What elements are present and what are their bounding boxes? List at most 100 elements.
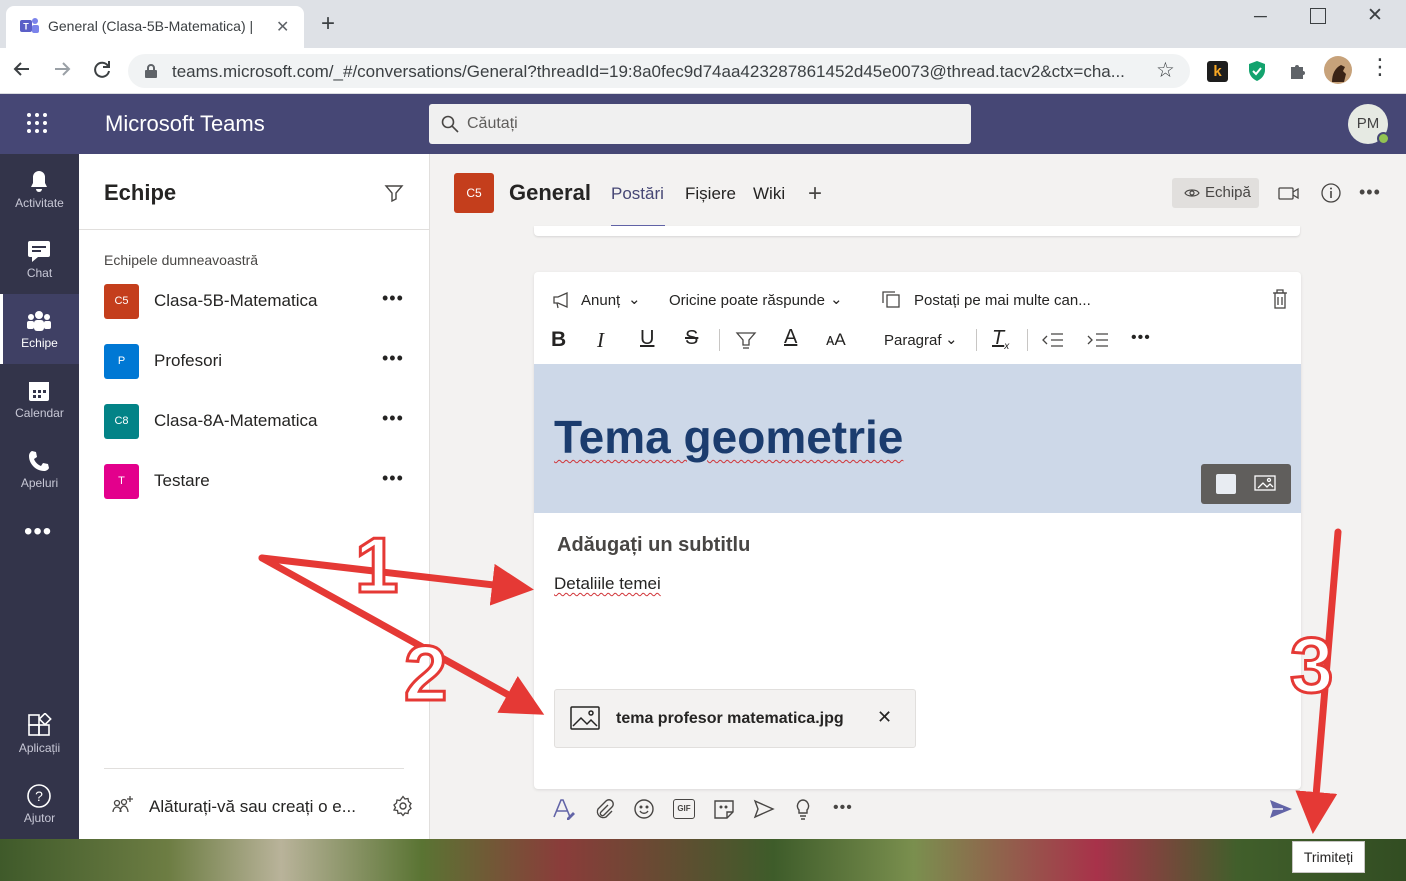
praise-lightbulb-icon[interactable] <box>794 798 812 820</box>
reply-setting-dropdown[interactable]: Oricine poate răspunde <box>669 292 825 309</box>
close-tab-icon[interactable]: ✕ <box>276 17 289 37</box>
format-icon[interactable] <box>552 797 576 821</box>
rail-label: Ajutor <box>23 811 56 825</box>
close-window-icon[interactable]: ✕ <box>1367 4 1383 27</box>
team-item[interactable]: C8 Clasa-8A-Matematica ••• <box>104 398 414 446</box>
send-icon[interactable] <box>1269 798 1293 820</box>
previous-post-card <box>534 226 1300 236</box>
extension-k-icon[interactable]: k <box>1207 61 1228 82</box>
rail-item-activity[interactable]: Activitate <box>0 154 79 224</box>
reload-icon[interactable] <box>91 58 113 80</box>
url-bar[interactable]: teams.microsoft.com/_#/conversations/Gen… <box>128 54 1190 88</box>
rail-item-calls[interactable]: Apeluri <box>0 434 79 504</box>
browser-tab-bar: T General (Clasa-5B-Matematica) | ✕ + ─ … <box>0 0 1406 48</box>
delete-trash-icon[interactable] <box>1272 289 1288 309</box>
more-options-icon[interactable]: ••• <box>382 288 404 309</box>
attach-paperclip-icon[interactable] <box>594 798 614 820</box>
message-body[interactable]: Detaliile temei <box>554 574 661 594</box>
strikethrough-icon[interactable]: S <box>685 327 698 350</box>
megaphone-icon <box>552 291 572 309</box>
filter-icon[interactable] <box>384 183 404 203</box>
team-item[interactable]: C5 Clasa-5B-Matematica ••• <box>104 278 414 326</box>
join-or-create-team[interactable]: Alăturați-vă sau creați o e... <box>149 797 356 817</box>
chevron-down-icon: ⌄ <box>628 291 641 308</box>
banner-color-icon[interactable] <box>1216 474 1236 494</box>
meet-video-icon[interactable] <box>1278 183 1300 203</box>
settings-gear-icon[interactable] <box>392 795 414 817</box>
bold-icon[interactable]: B <box>551 328 566 352</box>
toolbar-divider <box>719 329 720 351</box>
app-rail: Activitate Chat Echipe Calendar Apeluri … <box>0 154 79 839</box>
rail-item-help[interactable]: ? Ajutor <box>0 769 79 839</box>
apps-icon <box>26 713 52 739</box>
post-multiple-channels[interactable]: Postați pe mai multe can... <box>914 292 1091 309</box>
profile-horse-icon[interactable] <box>1324 56 1352 84</box>
post-type-dropdown[interactable]: Anunț <box>581 292 620 309</box>
team-button-label: Echipă <box>1205 184 1251 201</box>
more-apps-icon[interactable]: ••• <box>24 520 52 544</box>
rail-item-calendar[interactable]: Calendar <box>0 364 79 434</box>
image-file-icon <box>570 706 600 730</box>
post-title[interactable]: Tema geometrie <box>554 410 903 464</box>
clear-formatting-icon[interactable]: Tx <box>992 327 1009 352</box>
font-color-icon[interactable]: A <box>784 326 797 349</box>
background-photo <box>0 839 1406 881</box>
divider <box>104 768 404 769</box>
calendar-icon <box>26 378 52 404</box>
search-input[interactable]: Căutați <box>429 104 971 144</box>
info-icon[interactable] <box>1320 182 1342 204</box>
more-actions-icon[interactable]: ••• <box>833 799 853 817</box>
forward-icon[interactable] <box>51 58 73 80</box>
add-tab-icon[interactable]: + <box>808 180 822 208</box>
more-options-icon[interactable]: ••• <box>382 468 404 489</box>
avatar-initials: PM <box>1356 115 1380 132</box>
team-item[interactable]: P Profesori ••• <box>104 338 414 386</box>
more-options-icon[interactable]: ••• <box>382 348 404 369</box>
panel-title: Echipe <box>104 180 177 205</box>
more-formatting-icon[interactable]: ••• <box>1131 329 1151 347</box>
browser-menu-icon[interactable]: ⋮ <box>1369 56 1391 78</box>
gif-icon[interactable]: GIF <box>673 799 695 819</box>
subtitle-input[interactable]: Adăugați un subtitlu <box>557 534 750 557</box>
browser-tab[interactable]: T General (Clasa-5B-Matematica) | ✕ <box>6 6 304 48</box>
extensions-puzzle-icon[interactable] <box>1287 60 1309 82</box>
tab-files[interactable]: Fișiere <box>685 184 736 204</box>
paragraph-dropdown[interactable]: Paragraf <box>884 332 942 349</box>
meet-now-icon[interactable] <box>753 799 775 819</box>
emoji-icon[interactable] <box>633 798 655 820</box>
italic-icon[interactable]: I <box>597 328 604 353</box>
more-options-icon[interactable]: ••• <box>1359 182 1381 203</box>
sticker-icon[interactable] <box>713 798 735 820</box>
channel-view: C5 General Postări Fișiere Wiki + Echipă… <box>430 154 1406 839</box>
attachment-chip[interactable]: tema profesor matematica.jpg ✕ <box>554 689 916 748</box>
lock-icon[interactable] <box>144 63 158 79</box>
minimize-icon[interactable]: ─ <box>1254 6 1267 27</box>
rail-label: Echipe <box>21 336 58 350</box>
tab-posts[interactable]: Postări <box>611 184 664 204</box>
increase-indent-icon[interactable] <box>1087 331 1109 349</box>
decrease-indent-icon[interactable] <box>1042 331 1064 349</box>
svg-text:?: ? <box>35 788 43 804</box>
rail-item-teams[interactable]: Echipe <box>0 294 79 364</box>
tab-wiki[interactable]: Wiki <box>753 184 785 204</box>
remove-attachment-icon[interactable]: ✕ <box>877 707 892 728</box>
maximize-icon[interactable] <box>1310 8 1326 24</box>
rail-label: Chat <box>26 266 53 280</box>
more-options-icon[interactable]: ••• <box>382 408 404 429</box>
team-visibility-button[interactable]: Echipă <box>1172 178 1259 208</box>
highlighter-icon[interactable] <box>735 329 757 349</box>
font-size-icon[interactable]: ᴀA <box>826 330 846 350</box>
teams-icon <box>26 308 52 334</box>
banner-image-icon[interactable] <box>1254 474 1276 492</box>
avatar[interactable]: PM <box>1348 104 1390 145</box>
back-icon[interactable] <box>11 58 33 80</box>
rail-item-chat[interactable]: Chat <box>0 224 79 294</box>
app-launcher-icon[interactable] <box>26 112 48 134</box>
bookmark-star-icon[interactable]: ☆ <box>1156 58 1175 83</box>
extension-shield-icon[interactable] <box>1247 60 1267 82</box>
team-item[interactable]: T Testare ••• <box>104 458 414 506</box>
underline-icon[interactable]: U <box>640 327 654 350</box>
rail-item-apps[interactable]: Aplicații <box>0 699 79 769</box>
post-banner[interactable]: Tema geometrie <box>534 364 1301 513</box>
new-tab-icon[interactable]: + <box>321 10 335 38</box>
